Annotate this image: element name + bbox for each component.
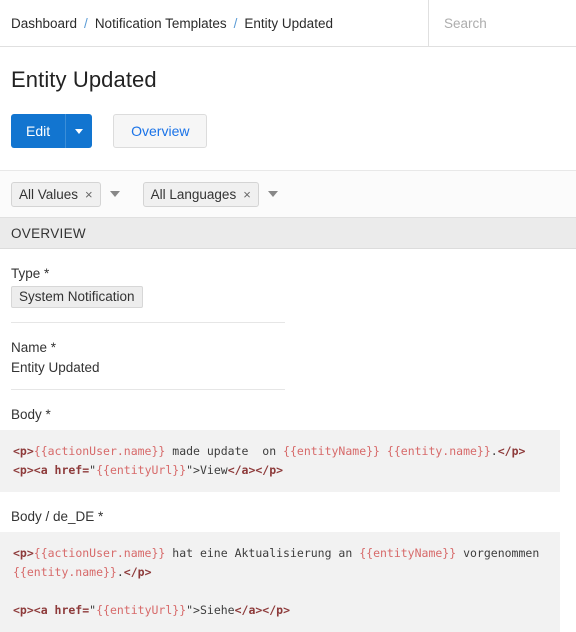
code-token-text: hat eine Aktualisierung an: [165, 546, 360, 560]
field-value-type: System Notification: [11, 286, 143, 308]
breadcrumb-separator: /: [84, 15, 88, 31]
field-body: Body *: [11, 390, 565, 422]
filter-all-languages: All Languages ×: [142, 181, 278, 207]
code-token-text: ">: [186, 463, 200, 477]
code-token-tag: </p>: [123, 565, 152, 579]
code-token-tag: </a></p>: [227, 463, 284, 477]
code-token-var: {{entity.name}}: [386, 444, 491, 458]
close-icon[interactable]: ×: [85, 188, 93, 201]
overview-button[interactable]: Overview: [113, 114, 208, 148]
code-token-var: {{actionUser.name}}: [33, 444, 166, 458]
edit-button[interactable]: Edit: [11, 114, 66, 148]
edit-dropdown-button[interactable]: [65, 114, 93, 148]
code-token-text: View: [199, 463, 228, 477]
code-token-tag: <p><a href=: [13, 463, 90, 477]
filter-chip-label: All Values: [19, 186, 79, 202]
code-token-tag: </a></p>: [234, 603, 290, 617]
code-token-var: {{entityName}}: [359, 546, 457, 560]
code-token-var: {{actionUser.name}}: [33, 546, 166, 560]
search-input[interactable]: [442, 14, 576, 32]
field-label-name: Name *: [11, 340, 57, 355]
field-label-body-de: Body / de_DE *: [11, 509, 104, 524]
field-type: Type * System Notification: [11, 249, 565, 323]
field-list: Type * System Notification Name * Entity…: [0, 249, 576, 422]
code-token-text: .: [116, 565, 124, 579]
breadcrumb-separator: /: [233, 15, 238, 31]
field-value-body-de-code: <p>{{actionUser.name}} hat eine Aktualis…: [0, 532, 560, 632]
chevron-down-icon[interactable]: [267, 191, 278, 197]
code-token-tag: <p>: [13, 444, 34, 458]
code-token-text: ">: [186, 603, 200, 617]
code-token-text: .: [490, 444, 498, 458]
breadcrumb-item-dashboard[interactable]: Dashboard: [11, 16, 77, 31]
code-token-tag: </p>: [497, 444, 526, 458]
field-value-name: Entity Updated: [11, 360, 100, 375]
breadcrumb-item-notification-templates[interactable]: Notification Templates: [95, 16, 227, 31]
filter-chip-all-values[interactable]: All Values ×: [11, 181, 101, 207]
code-token-tag: <p>: [13, 546, 34, 560]
field-name: Name * Entity Updated: [11, 323, 565, 390]
search-container: [429, 0, 576, 46]
close-icon[interactable]: ×: [243, 188, 251, 201]
chevron-down-icon: [75, 128, 84, 134]
page-title: Entity Updated: [11, 67, 157, 92]
field-label-type: Type *: [11, 266, 50, 281]
breadcrumb-item-entity-updated[interactable]: Entity Updated: [244, 16, 333, 31]
filter-all-values: All Values ×: [11, 181, 120, 207]
top-bar: Dashboard / Notification Templates / Ent…: [0, 0, 576, 47]
edit-split-button: Edit: [11, 114, 93, 148]
code-token-text: vorgenommen: [456, 546, 547, 560]
code-token-tag: <p><a href=: [13, 603, 90, 617]
code-token-var: {{entityUrl}}: [96, 603, 187, 617]
section-header-overview: OVERVIEW: [0, 218, 576, 249]
code-token-var: {{entityName}}: [283, 444, 380, 458]
action-bar: Edit Overview: [0, 93, 576, 148]
code-token-text: made update on: [165, 444, 284, 458]
field-value-body-code: <p>{{actionUser.name}} made update on {{…: [0, 430, 560, 492]
filter-chip-label: All Languages: [150, 186, 237, 202]
filter-chip-all-languages[interactable]: All Languages ×: [142, 181, 259, 207]
code-token-var: {{entityUrl}}: [96, 463, 187, 477]
code-token-text: Siehe: [199, 603, 235, 617]
field-list-secondary: Body / de_DE *: [0, 492, 576, 524]
field-label-body: Body *: [11, 407, 51, 422]
chevron-down-icon[interactable]: [109, 191, 120, 197]
filter-bar: All Values × All Languages ×: [0, 170, 576, 218]
field-body-de: Body / de_DE *: [11, 492, 565, 524]
breadcrumb: Dashboard / Notification Templates / Ent…: [0, 0, 429, 46]
code-token-var: {{entity.name}}: [13, 565, 117, 579]
